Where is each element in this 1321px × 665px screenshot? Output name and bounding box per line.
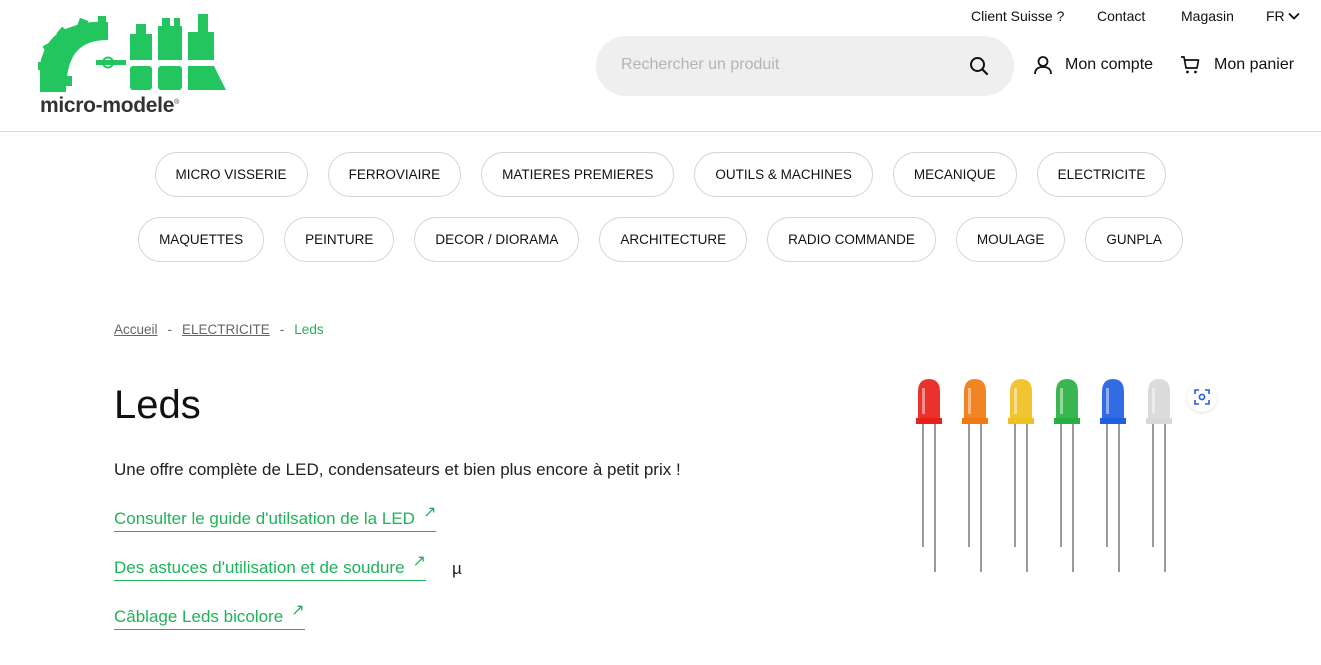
led-highlight (1014, 388, 1017, 414)
led-rim (1008, 418, 1034, 424)
search-input[interactable] (621, 56, 951, 74)
cart-link[interactable]: Mon panier (1180, 55, 1294, 75)
led-item (1054, 379, 1080, 572)
stray-text: µ (452, 559, 462, 578)
external-arrow-icon: ↗ (291, 602, 305, 619)
cart-label: Mon panier (1214, 56, 1295, 73)
led-item (1146, 379, 1172, 572)
search-icon[interactable] (968, 55, 990, 77)
zoom-button[interactable] (1187, 382, 1217, 412)
external-arrow-icon: ↗ (422, 504, 437, 521)
language-selector[interactable]: FR (1266, 8, 1300, 24)
nav-item-mecanique[interactable]: MECANIQUE (892, 152, 1017, 197)
led-highlight (968, 388, 971, 414)
user-icon (1034, 56, 1052, 75)
led-item (916, 379, 942, 572)
led-body (1102, 379, 1124, 422)
led-guide-link[interactable]: Consulter le guide d'utilsation de la LE… (114, 505, 437, 532)
nav-item-electricite[interactable]: ELECTRICITE (1036, 152, 1167, 197)
breadcrumb-current: Leds (294, 322, 324, 337)
category-nav-row-1: MICRO VISSERIE FERROVIAIRE MATIERES PREM… (0, 152, 1321, 197)
nav-item-decor-diorama[interactable]: DECOR / DIORAMA (414, 217, 580, 262)
led-body (1010, 379, 1032, 422)
zoom-icon (1194, 389, 1210, 405)
bicolor-wiring-label: Câblage Leds bicolore (114, 607, 284, 626)
led-body (964, 379, 986, 422)
nav-item-ferroviaire[interactable]: FERROVIAIRE (327, 152, 462, 197)
category-nav-row-2: MAQUETTES PEINTURE DECOR / DIORAMA ARCHI… (0, 217, 1321, 262)
led-body (1148, 379, 1170, 422)
chevron-down-icon (1288, 12, 1300, 20)
account-link[interactable]: Mon compte (1033, 55, 1153, 75)
led-rim (916, 418, 942, 424)
led-item (962, 379, 988, 572)
breadcrumb-accueil[interactable]: Accueil (114, 322, 158, 337)
led-rim (1100, 418, 1126, 424)
nav-item-peinture[interactable]: PEINTURE (284, 217, 395, 262)
magasin-link[interactable]: Magasin (1181, 8, 1234, 24)
led-highlight (922, 388, 925, 414)
nav-item-matieres-premieres[interactable]: MATIERES PREMIERES (481, 152, 675, 197)
led-item (1008, 379, 1034, 572)
led-rim (962, 418, 988, 424)
breadcrumb-electricite[interactable]: ELECTRICITE (182, 322, 270, 337)
bicolor-wiring-link[interactable]: Câblage Leds bicolore ↗ (114, 603, 305, 630)
header-divider (0, 131, 1321, 132)
led-body (1056, 379, 1078, 422)
account-label: Mon compte (1065, 56, 1154, 73)
product-image-leds[interactable] (900, 372, 1200, 577)
led-item (1100, 379, 1126, 572)
nav-item-gunpla[interactable]: GUNPLA (1085, 217, 1183, 262)
nav-item-moulage[interactable]: MOULAGE (955, 217, 1066, 262)
intro-text: Une offre complète de LED, condensateurs… (114, 460, 681, 479)
breadcrumb-separator: - (279, 322, 285, 337)
breadcrumb: Accueil - ELECTRICITE - Leds (114, 322, 324, 337)
led-highlight (1106, 388, 1109, 414)
page-title: Leds (114, 383, 201, 427)
external-arrow-icon: ↗ (412, 553, 426, 570)
logo-graphic (38, 14, 226, 93)
nav-item-micro-visserie[interactable]: MICRO VISSERIE (154, 152, 308, 197)
nav-item-outils-machines[interactable]: OUTILS & MACHINES (694, 152, 873, 197)
contact-link[interactable]: Contact (1097, 8, 1145, 24)
language-label: FR (1266, 8, 1285, 24)
led-rim (1146, 418, 1172, 424)
soldering-tips-link[interactable]: Des astuces d'utilisation et de soudure … (114, 554, 426, 581)
nav-item-maquettes[interactable]: MAQUETTES (138, 217, 265, 262)
client-suisse-link[interactable]: Client Suisse ? (971, 8, 1064, 24)
search-bar (596, 36, 1014, 96)
led-highlight (1060, 388, 1063, 414)
led-guide-label: Consulter le guide d'utilsation de la LE… (114, 509, 415, 528)
led-highlight (1152, 388, 1155, 414)
nav-item-radio-commande[interactable]: RADIO COMMANDE (767, 217, 936, 262)
led-rim (1054, 418, 1080, 424)
cart-icon (1181, 56, 1200, 74)
breadcrumb-separator: - (167, 322, 173, 337)
logo-text: micro-modele® (40, 94, 179, 117)
led-body (918, 379, 940, 422)
nav-item-architecture[interactable]: ARCHITECTURE (599, 217, 748, 262)
soldering-tips-label: Des astuces d'utilisation et de soudure (114, 558, 405, 577)
